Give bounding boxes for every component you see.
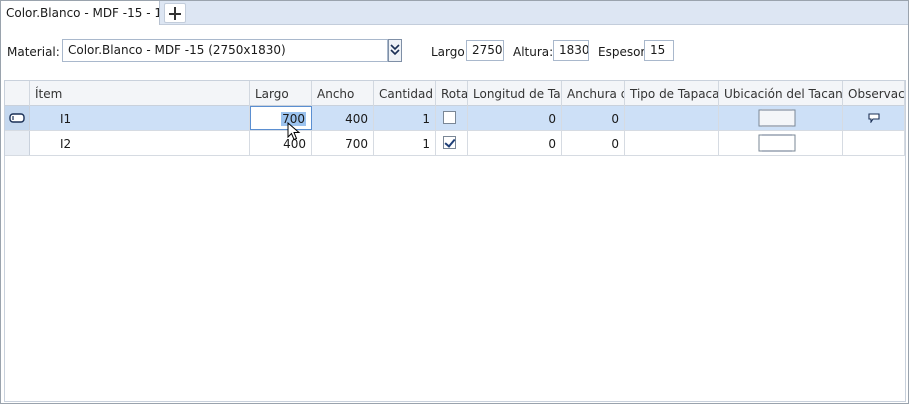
mouse-cursor-icon — [287, 122, 301, 141]
cell-longitud[interactable]: 0 — [468, 131, 562, 155]
material-label: Material: — [7, 45, 60, 59]
espesor-label: Espesor: — [598, 45, 650, 59]
cell-ubicacion[interactable] — [719, 106, 843, 130]
altura-input[interactable]: 1830 — [553, 40, 589, 61]
column-header-ubicacion[interactable]: Ubicación del Tacanto — [719, 81, 843, 106]
row-header[interactable] — [5, 131, 30, 155]
rotate-checkbox[interactable] — [443, 111, 456, 124]
cell-observacion[interactable] — [843, 131, 905, 155]
cell-ancho[interactable]: 400 — [312, 106, 374, 130]
parts-grid: Ítem Largo Ancho Cantidad Rota Longitud … — [4, 80, 906, 402]
column-header-rota[interactable]: Rota — [436, 81, 468, 106]
column-header-largo[interactable]: Largo — [250, 81, 312, 106]
rotate-checkbox[interactable] — [443, 136, 456, 149]
cell-anchura[interactable]: 0 — [562, 106, 625, 130]
material-toolbar: Material: Color.Blanco - MDF -15 (2750x1… — [1, 25, 908, 77]
header-corner — [5, 81, 30, 106]
comment-icon[interactable] — [868, 113, 880, 123]
cell-cantidad[interactable]: 1 — [374, 131, 436, 155]
espesor-input[interactable]: 15 — [644, 40, 674, 61]
add-tab-button[interactable] — [164, 3, 186, 23]
cell-observacion[interactable] — [843, 106, 905, 130]
table-row[interactable]: I2 400 700 1 0 0 — [5, 131, 905, 156]
material-select[interactable]: Color.Blanco - MDF -15 (2750x1830) — [62, 39, 388, 62]
edge-location-icon[interactable] — [756, 133, 798, 153]
cell-item[interactable]: I1 — [30, 106, 250, 130]
cell-longitud[interactable]: 0 — [468, 106, 562, 130]
cell-largo[interactable]: 400 — [250, 131, 312, 155]
row-header[interactable] — [5, 106, 30, 130]
table-row[interactable]: I1 700 400 1 0 0 — [5, 106, 905, 131]
column-header-observacion[interactable]: Observacio — [843, 81, 905, 106]
grid-header: Ítem Largo Ancho Cantidad Rota Longitud … — [5, 81, 905, 106]
cell-tipo[interactable] — [625, 131, 719, 155]
column-header-anchura[interactable]: Anchura d — [562, 81, 625, 106]
largo-label: Largo: — [431, 45, 469, 59]
cell-item[interactable]: I2 — [30, 131, 250, 155]
cell-rota — [436, 106, 468, 130]
double-chevron-down-icon — [390, 44, 400, 56]
column-header-tipo[interactable]: Tipo de Tapacan — [625, 81, 719, 106]
altura-label: Altura: — [513, 45, 554, 59]
cell-ubicacion[interactable] — [719, 131, 843, 155]
tab-material[interactable]: Color.Blanco - MDF -15 - 15 — [1, 1, 160, 25]
app-window: Color.Blanco - MDF -15 - 15 Material: Co… — [0, 0, 909, 404]
cell-ancho[interactable]: 700 — [312, 131, 374, 155]
largo-input[interactable]: 2750 — [466, 40, 504, 61]
cell-cantidad[interactable]: 1 — [374, 106, 436, 130]
column-header-longitud[interactable]: Longitud de Tap — [468, 81, 562, 106]
row-indicator-icon — [9, 113, 25, 123]
cell-rota — [436, 131, 468, 155]
column-header-ancho[interactable]: Ancho — [312, 81, 374, 106]
edge-location-icon[interactable] — [756, 108, 798, 128]
cell-tipo[interactable] — [625, 106, 719, 130]
column-header-cantidad[interactable]: Cantidad — [374, 81, 436, 106]
column-header-item[interactable]: Ítem — [30, 81, 250, 106]
tab-strip: Color.Blanco - MDF -15 - 15 — [1, 1, 908, 25]
cell-anchura[interactable]: 0 — [562, 131, 625, 155]
material-dropdown-button[interactable] — [388, 39, 402, 62]
cell-largo-editing[interactable]: 700 — [250, 106, 312, 130]
